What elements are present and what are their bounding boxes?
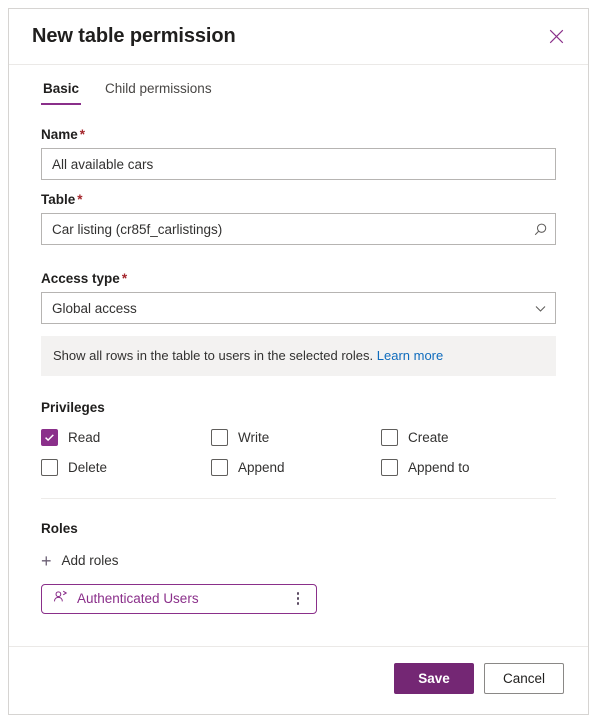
privilege-append-to-label: Append to — [408, 459, 470, 475]
access-type-select[interactable] — [41, 292, 556, 324]
add-roles-label: Add roles — [61, 553, 119, 569]
required-marker: * — [121, 271, 128, 286]
privilege-append-to[interactable]: Append to — [381, 458, 556, 476]
tab-child-permissions[interactable]: Child permissions — [103, 81, 214, 105]
required-marker: * — [79, 127, 86, 142]
privilege-write[interactable]: Write — [211, 428, 381, 446]
dialog-footer: Save Cancel — [9, 646, 588, 714]
role-chip-label: Authenticated Users — [77, 591, 199, 607]
learn-more-link[interactable]: Learn more — [377, 348, 443, 363]
more-vertical-icon[interactable] — [290, 588, 306, 610]
tab-basic[interactable]: Basic — [41, 81, 82, 105]
privilege-append-label: Append — [238, 459, 285, 475]
privilege-read-label: Read — [68, 429, 101, 445]
add-roles-button[interactable]: + Add roles — [41, 550, 119, 572]
name-input[interactable] — [41, 148, 556, 180]
cancel-button[interactable]: Cancel — [483, 663, 564, 694]
dialog-body: Name* Table* Access type* — [9, 105, 588, 646]
dot — [296, 597, 300, 600]
chevron-down-icon[interactable] — [525, 293, 555, 323]
plus-icon: + — [41, 550, 52, 571]
roles-title: Roles — [41, 520, 78, 536]
required-marker: * — [77, 192, 83, 207]
table-input[interactable] — [41, 213, 556, 245]
search-icon[interactable] — [525, 214, 555, 244]
name-field-label: Name * — [41, 127, 86, 142]
privileges-grid: Read Write Create Delete Append Append t… — [41, 428, 556, 476]
privilege-write-label: Write — [238, 429, 270, 445]
dot — [296, 592, 300, 595]
privilege-delete[interactable]: Delete — [41, 458, 211, 476]
checkbox-delete[interactable] — [41, 458, 58, 476]
close-button[interactable] — [540, 21, 572, 53]
privilege-read[interactable]: Read — [41, 428, 211, 446]
privilege-create-label: Create — [408, 429, 449, 445]
privilege-create[interactable]: Create — [381, 428, 556, 446]
checkbox-append-to[interactable] — [381, 458, 398, 476]
tab-list: Basic Child permissions — [9, 65, 588, 105]
dot — [296, 602, 300, 605]
new-table-permission-dialog: New table permission Basic Child permiss… — [8, 8, 589, 715]
access-type-info-bar: Show all rows in the table to users in t… — [41, 336, 556, 376]
person-icon — [53, 589, 68, 609]
access-type-field-label: Access type * — [41, 271, 128, 286]
info-text: Show all rows in the table to users in t… — [53, 348, 374, 363]
role-chip-authenticated-users[interactable]: Authenticated Users — [41, 583, 317, 614]
checkbox-write[interactable] — [211, 428, 228, 446]
table-input-wrap — [41, 213, 556, 245]
privilege-delete-label: Delete — [68, 459, 108, 475]
checkbox-read[interactable] — [41, 428, 58, 446]
checkbox-append[interactable] — [211, 458, 228, 476]
privileges-title: Privileges — [41, 399, 105, 415]
privileges-section: Privileges Read Write Create Delete Appe… — [41, 400, 556, 476]
dialog-header: New table permission — [9, 9, 588, 65]
checkbox-create[interactable] — [381, 428, 398, 446]
roles-section: Roles + Add roles Authenticated Users — [41, 521, 556, 614]
privilege-append[interactable]: Append — [211, 458, 381, 476]
table-field-label: Table * — [41, 192, 83, 207]
section-divider — [41, 497, 556, 499]
close-icon — [549, 29, 564, 44]
page-title: New table permission — [32, 25, 236, 47]
access-type-select-wrap — [41, 292, 556, 324]
save-button[interactable]: Save — [393, 663, 474, 694]
